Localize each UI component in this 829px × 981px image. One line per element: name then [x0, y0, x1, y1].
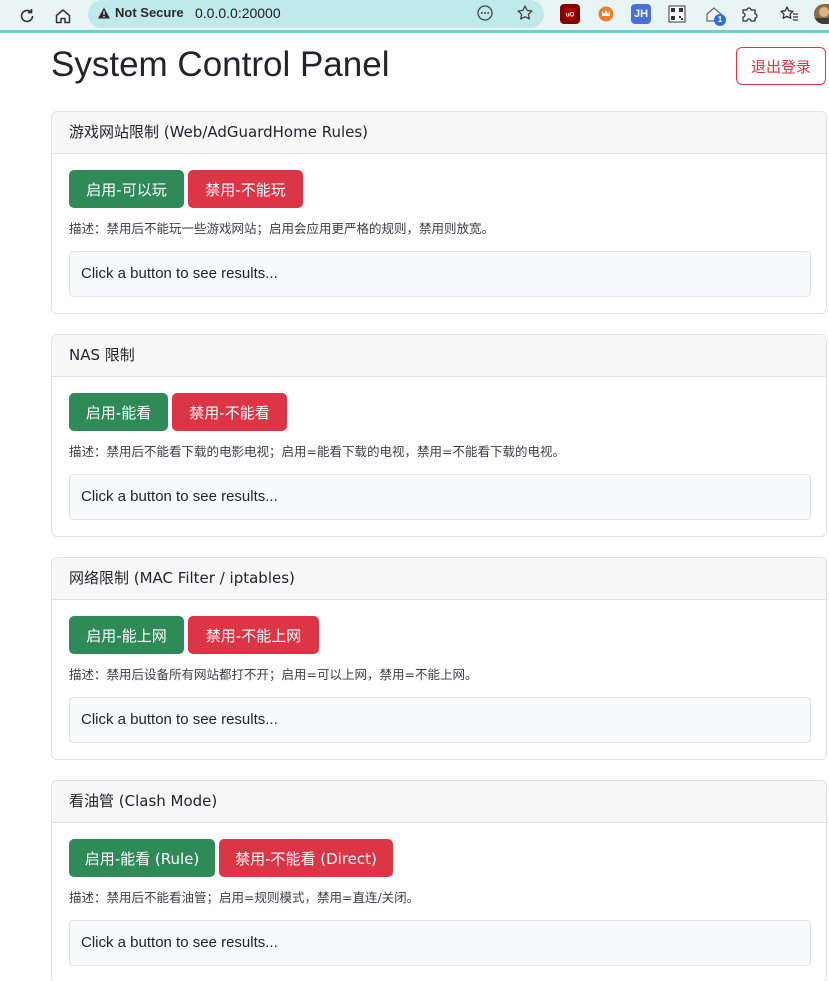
- result-box: Click a button to see results...: [69, 697, 811, 743]
- svg-text:uO: uO: [566, 13, 575, 19]
- disable-button[interactable]: 禁用-不能玩: [188, 170, 303, 208]
- jh-extension-icon[interactable]: JH: [631, 4, 651, 24]
- url-text: 0.0.0.0:20000: [195, 5, 281, 21]
- enable-button[interactable]: 启用-能看: [69, 393, 168, 431]
- card-header: 网络限制 (MAC Filter / iptables): [52, 558, 826, 600]
- disable-button[interactable]: 禁用-不能上网: [188, 616, 319, 654]
- card-nas: NAS 限制 启用-能看 禁用-不能看 描述：禁用后不能看下载的电影电视；启用=…: [51, 334, 827, 537]
- puzzle-icon[interactable]: [739, 4, 759, 24]
- card-description: 描述：禁用后设备所有网站都打不开；启用=可以上网，禁用=不能上网。: [69, 667, 478, 682]
- page-title: System Control Panel: [51, 45, 390, 84]
- not-secure-label: Not Secure: [115, 5, 184, 20]
- bookmark-star-icon[interactable]: [514, 2, 536, 24]
- enable-button[interactable]: 启用-能看 (Rule): [69, 839, 215, 877]
- home-extension-icon[interactable]: 1: [704, 4, 726, 26]
- browser-toolbar: Not Secure 0.0.0.0:20000 uO JH 1: [0, 0, 829, 33]
- fox-extension-icon[interactable]: [596, 4, 616, 24]
- address-bar[interactable]: Not Secure 0.0.0.0:20000: [88, 0, 544, 28]
- ublock-icon[interactable]: uO: [560, 4, 580, 24]
- enable-button[interactable]: 启用-能上网: [69, 616, 184, 654]
- result-box: Click a button to see results...: [69, 251, 811, 297]
- card-network: 网络限制 (MAC Filter / iptables) 启用-能上网 禁用-不…: [51, 557, 827, 760]
- card-description: 描述：禁用后不能玩一些游戏网站；启用会应用更严格的规则，禁用则放宽。: [69, 221, 495, 236]
- enable-button[interactable]: 启用-可以玩: [69, 170, 184, 208]
- card-youtube: 看油管 (Clash Mode) 启用-能看 (Rule) 禁用-不能看 (Di…: [51, 780, 827, 981]
- disable-button[interactable]: 禁用-不能看: [172, 393, 287, 431]
- more-options-icon[interactable]: [474, 2, 496, 24]
- card-description: 描述：禁用后不能看下载的电影电视；启用=能看下载的电视，禁用=不能看下载的电视。: [69, 444, 565, 459]
- card-description: 描述：禁用后不能看油管；启用=规则模式，禁用=直连/关闭。: [69, 890, 420, 905]
- profile-avatar[interactable]: [814, 4, 829, 24]
- card-game-sites: 游戏网站限制 (Web/AdGuardHome Rules) 启用-可以玩 禁用…: [51, 111, 827, 314]
- favorites-icon[interactable]: [779, 4, 799, 24]
- home-icon[interactable]: [51, 4, 75, 28]
- disable-button[interactable]: 禁用-不能看 (Direct): [219, 839, 393, 877]
- card-header: 看油管 (Clash Mode): [52, 781, 826, 823]
- warning-icon: [98, 7, 110, 19]
- qr-code-icon[interactable]: [667, 4, 687, 24]
- result-box: Click a button to see results...: [69, 920, 811, 966]
- card-header: 游戏网站限制 (Web/AdGuardHome Rules): [52, 112, 826, 154]
- card-header: NAS 限制: [52, 335, 826, 377]
- logout-button[interactable]: 退出登录: [736, 47, 826, 85]
- reload-icon[interactable]: [15, 4, 39, 28]
- extension-badge: 1: [714, 14, 726, 26]
- jh-label: JH: [633, 8, 649, 20]
- result-box: Click a button to see results...: [69, 474, 811, 520]
